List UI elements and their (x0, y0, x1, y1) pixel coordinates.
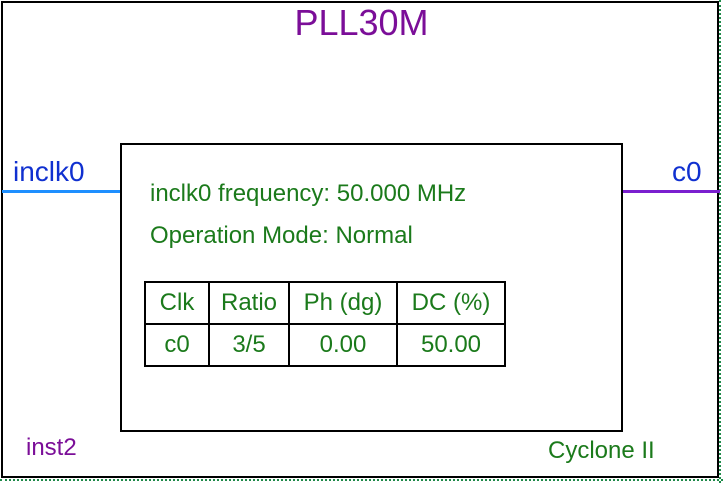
cell-clk: c0 (144, 323, 210, 367)
header-ratio: Ratio (208, 281, 290, 325)
table-header-row: Clk Ratio Ph (dg) DC (%) (144, 281, 506, 325)
table-row: c0 3/5 0.00 50.00 (144, 323, 506, 367)
cell-phase: 0.00 (288, 323, 398, 367)
output-port-label: c0 (672, 156, 702, 187)
selection-edge-bottom (0, 479, 723, 482)
cell-ratio: 3/5 (208, 323, 290, 367)
header-duty-cycle: DC (%) (396, 281, 506, 325)
symbol-title: PLL30M (294, 2, 429, 43)
clock-settings-table: Clk Ratio Ph (dg) DC (%) c0 3/5 0.00 50.… (144, 281, 506, 367)
selection-edge-right (719, 0, 722, 483)
input-frequency-text: inclk0 frequency: 50.000 MHz (150, 180, 467, 207)
operation-mode-text: Operation Mode: Normal (150, 222, 413, 249)
input-port-label: inclk0 (13, 156, 85, 187)
header-phase: Ph (dg) (288, 281, 398, 325)
output-port-wire[interactable] (622, 190, 720, 193)
instance-name: inst2 (26, 434, 77, 461)
input-port-wire[interactable] (2, 190, 122, 193)
device-family-label: Cyclone II (548, 437, 655, 464)
cell-duty-cycle: 50.00 (396, 323, 506, 367)
header-clk: Clk (144, 281, 210, 325)
